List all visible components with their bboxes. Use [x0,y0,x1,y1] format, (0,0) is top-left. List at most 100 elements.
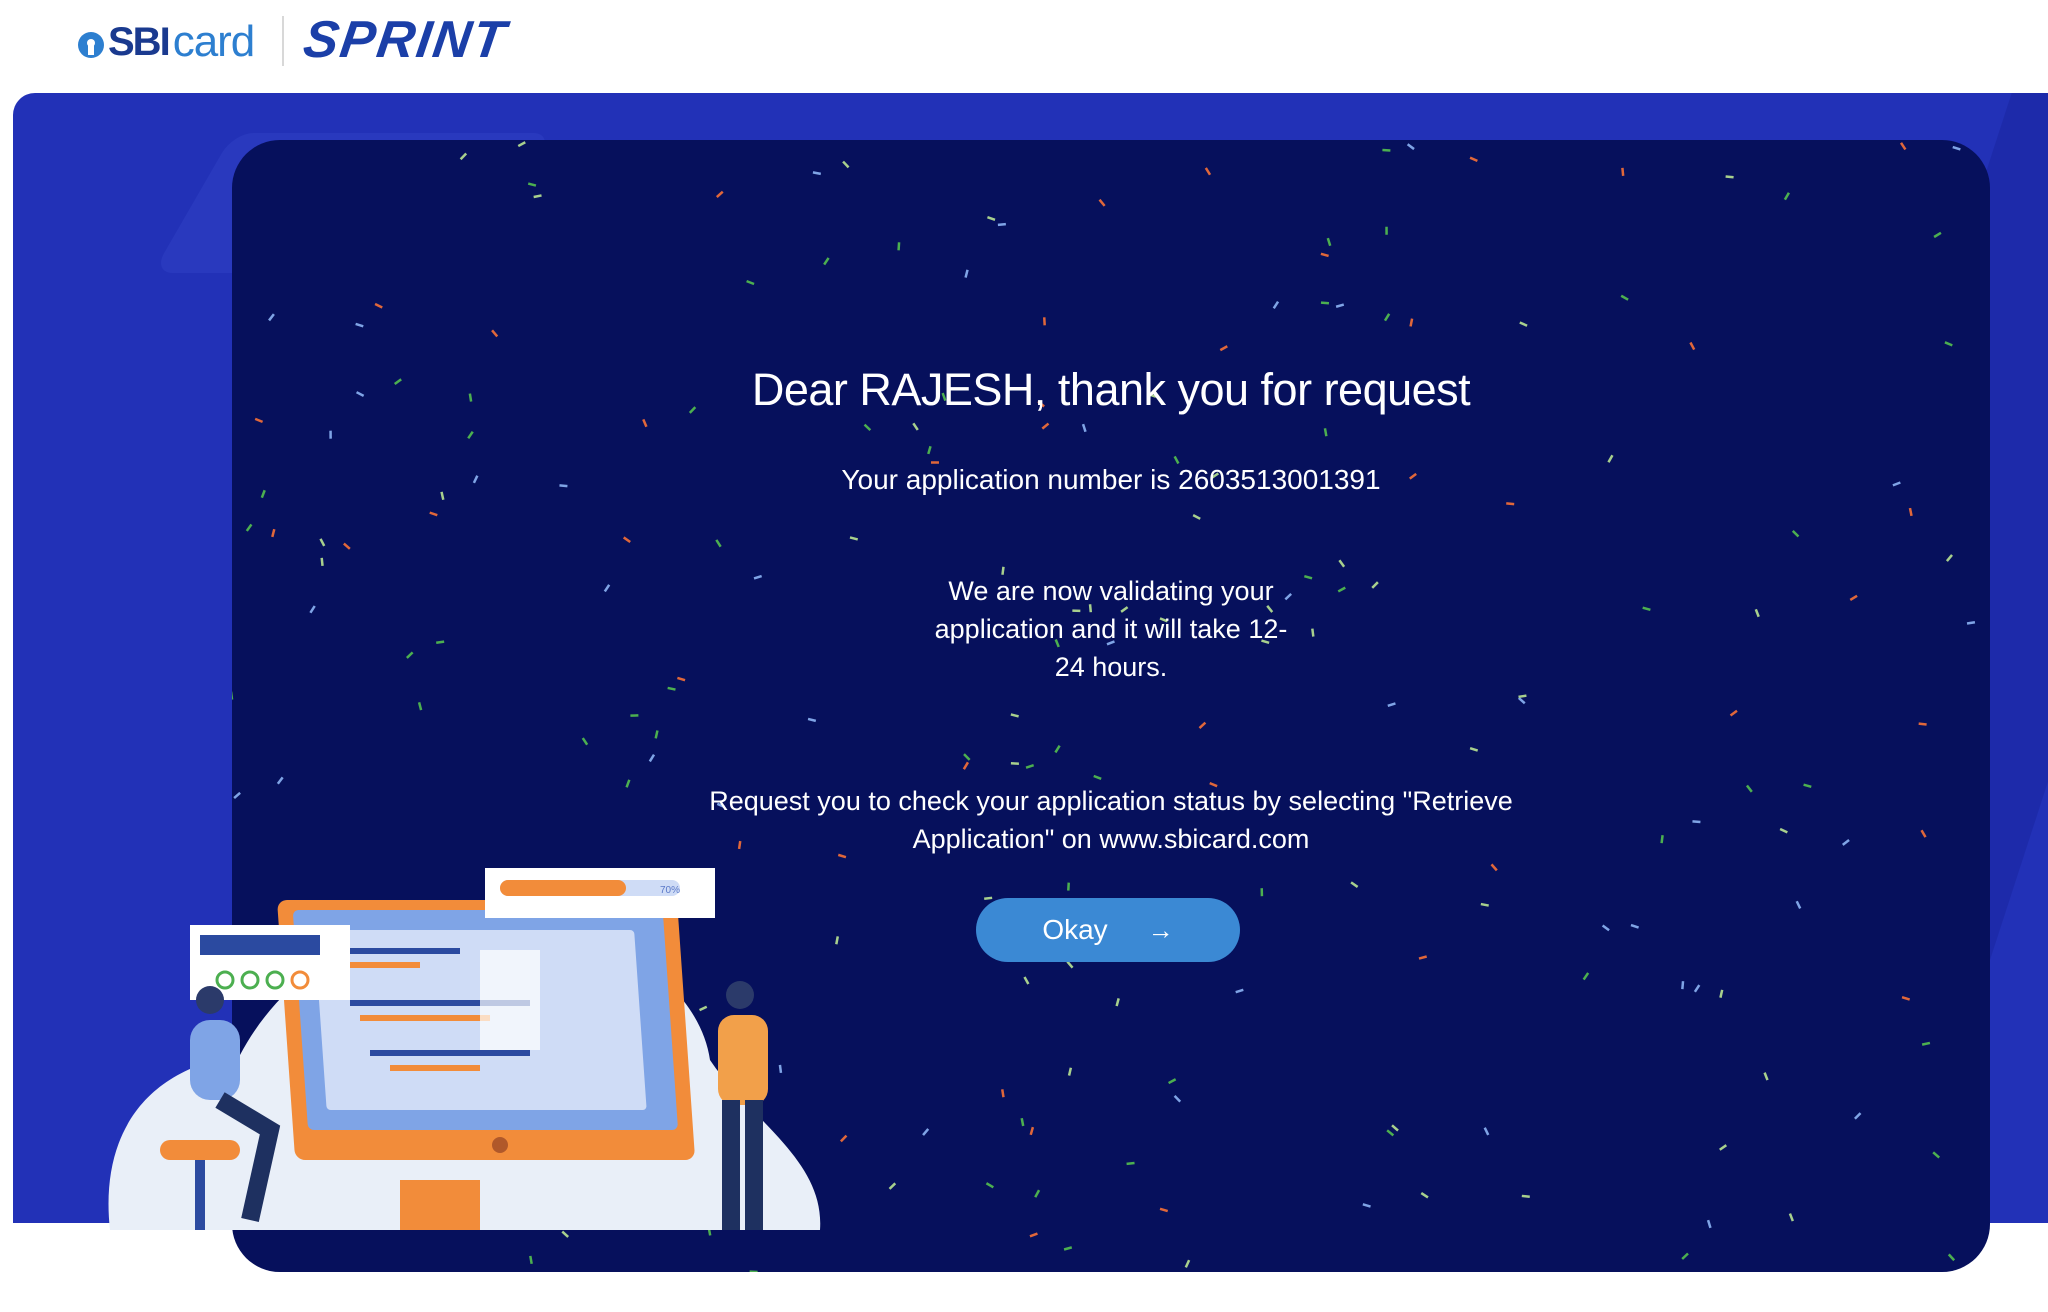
confetti-piece [1854,1112,1862,1120]
application-number: Your application number is 2603513001391 [841,464,1381,495]
confetti-piece [1521,1194,1530,1199]
confetti-piece [1093,774,1102,780]
confetti-piece [1945,554,1953,562]
confetti-piece [1311,628,1315,637]
confetti-piece [987,216,996,221]
logo-sbi-text: SBI [108,19,171,64]
confetti-piece [1901,995,1911,1001]
confetti-piece [459,152,468,161]
confetti-piece [927,445,932,455]
monitor-stand [400,1180,480,1230]
confetti-piece [1338,559,1346,568]
confetti-piece [1719,989,1724,998]
confetti-piece [807,717,817,723]
confetti-piece [667,686,676,691]
confetti-piece [1418,955,1428,960]
confetti-piece [233,791,241,800]
confetti-piece [603,584,611,593]
confetti-piece [1908,507,1913,517]
confetti-piece [1519,321,1528,327]
application-illustration: 70% [108,868,821,1230]
confetti-piece [1921,1041,1931,1046]
confetti-piece [1779,827,1788,834]
confetti-piece [654,730,659,739]
confetti-piece [1235,988,1244,994]
confetti-piece [1899,142,1907,151]
okay-button[interactable]: Okay → [976,898,1240,962]
confetti-piece [1025,764,1035,769]
confetti-piece [1693,984,1701,993]
confetti-piece [1335,303,1345,308]
confetti-piece [912,422,919,431]
confetti-piece [746,279,755,286]
confetti-piece [1582,972,1590,981]
confetti-piece [1483,1127,1490,1136]
confetti-piece [1754,608,1760,618]
confetti-piece [1326,237,1332,247]
confetti-piece [1788,1213,1795,1222]
confetti-piece [1029,1126,1035,1136]
confetti-piece [1063,1246,1073,1251]
okay-button-label: Okay [1042,914,1108,945]
confetti-piece [1725,175,1734,179]
confetti-piece [1204,167,1212,176]
confetti-piece [276,776,284,785]
confetti-piece [985,1182,994,1189]
confetti-piece [1219,345,1228,352]
confetti-piece [1409,318,1414,327]
confetti-piece [374,302,383,309]
confetti-piece [1320,301,1330,305]
confetti-piece [1933,231,1942,239]
confetti-piece [1320,252,1329,258]
confetti-piece [1260,888,1264,897]
confetti-piece [1001,1089,1005,1098]
confetti-piece [309,605,316,614]
confetti-piece [1947,1253,1956,1262]
confetti-piece [1660,835,1664,844]
confetti-piece [1115,998,1120,1007]
confetti-piece [1406,143,1415,151]
confetti-piece [863,423,872,432]
confetti-piece [1067,882,1070,891]
confetti-piece [1362,1203,1371,1208]
confetti-piece [1303,574,1313,580]
confetti-piece [1719,1144,1728,1151]
confetti-piece [1184,1259,1191,1268]
confetti-piece [1681,981,1685,990]
confetti-piece [1034,1189,1041,1198]
confetti-piece [1391,1124,1399,1132]
confetti-piece [749,1270,758,1272]
confetti-piece [1944,341,1953,347]
confetti-piece [1763,1072,1769,1081]
confetti-piece [1918,722,1927,726]
confetti-piece [271,528,276,538]
confetti-piece [1841,839,1850,846]
confetti-piece [648,753,656,763]
confetti-piece [963,753,971,761]
confetti-piece [997,222,1006,227]
sprint-logo[interactable]: SPRINT [300,10,511,70]
confetti-piece [888,1182,897,1190]
confetti-piece [1490,863,1498,872]
logo-divider [282,16,284,66]
confetti-piece [1469,156,1478,163]
confetti-piece [1692,820,1701,824]
confetti-piece [1041,422,1050,430]
confetti-piece [1803,783,1812,788]
confetti-piece [1620,294,1629,301]
confetti-piece [1382,148,1391,152]
confetti-piece [1420,1192,1429,1199]
confetti-piece [1386,1129,1395,1137]
confetti-piece [1689,341,1696,351]
confetti-piece [581,737,589,746]
confetti-piece [715,190,724,198]
confetti-piece [1010,713,1019,718]
confetti-piece [529,1255,533,1265]
confetti-piece [1010,762,1019,765]
confetti-piece [1480,902,1489,907]
header: SBI card SPRINT [0,0,2048,92]
sbi-card-logo[interactable]: SBI card [78,17,255,66]
validation-notice: We are now validating your application a… [934,576,1288,682]
confetti-piece [533,194,542,199]
confetti-piece [1387,702,1396,708]
